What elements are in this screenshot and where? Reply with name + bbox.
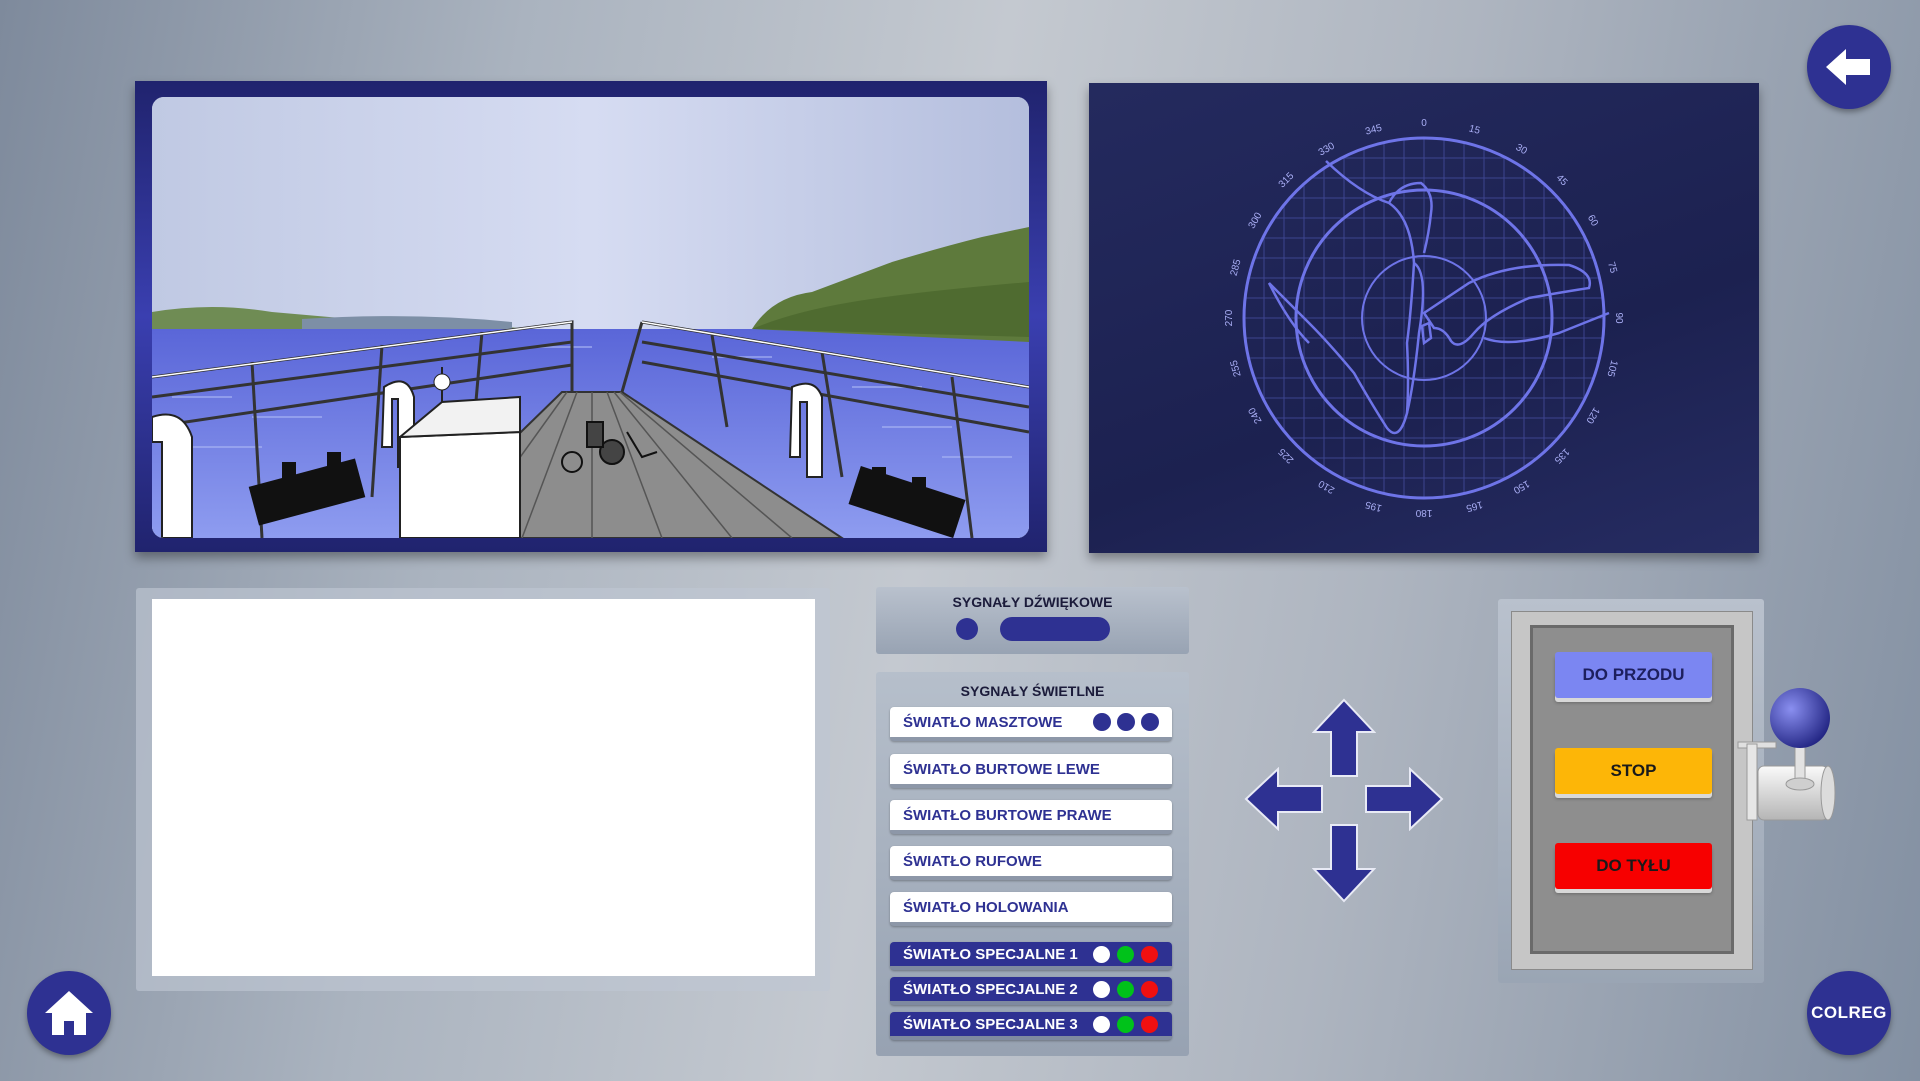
- special-light-2-button[interactable]: ŚWIATŁO SPECJALNE 2: [890, 977, 1172, 1005]
- radar-display: 0 15 30 45 60 75 90 105 120 135 150 165 180 195 210 225…: [1089, 83, 1759, 553]
- radar-bearing-label: 120: [1583, 405, 1601, 425]
- arrow-up-icon[interactable]: [1312, 698, 1376, 778]
- message-box: [152, 599, 815, 976]
- radar-bearing-label: 150: [1511, 478, 1531, 496]
- special-light-3-white: [1093, 1016, 1110, 1033]
- engine-telegraph-inner: DO PRZODU STOP DO TYŁU: [1530, 625, 1734, 954]
- engine-telegraph-frame: DO PRZODU STOP DO TYŁU: [1511, 611, 1753, 970]
- mast-light-indicator-2: [1117, 713, 1135, 731]
- radar-bearing-label: 60: [1585, 213, 1600, 229]
- side-light-left-button[interactable]: ŚWIATŁO BURTOWE LEWE: [890, 754, 1172, 788]
- side-light-right-label: ŚWIATŁO BURTOWE PRAWE: [903, 807, 1112, 824]
- special-light-3-button[interactable]: ŚWIATŁO SPECJALNE 3: [890, 1012, 1172, 1040]
- message-panel: [136, 588, 830, 991]
- short-horn-button[interactable]: [956, 618, 978, 640]
- radar-bearing-label: 255: [1229, 358, 1244, 377]
- special-light-1-green: [1117, 946, 1134, 963]
- radar-bearing-label: 165: [1464, 498, 1483, 513]
- special-light-2-green: [1117, 981, 1134, 998]
- radar-bearing-label: 345: [1364, 123, 1383, 138]
- radar-bearing-label: 180: [1415, 507, 1432, 518]
- radar-bearing-label: 240: [1246, 405, 1264, 425]
- light-signals-title: SYGNAŁY ŚWIETLNE: [960, 683, 1105, 699]
- engine-telegraph-panel: DO PRZODU STOP DO TYŁU: [1498, 599, 1764, 983]
- radar-bearing-label: 270: [1224, 309, 1235, 326]
- special-light-1-red: [1141, 946, 1158, 963]
- radar-bearing-label: 195: [1364, 498, 1383, 513]
- special-light-3-red: [1141, 1016, 1158, 1033]
- stop-button[interactable]: STOP: [1555, 748, 1712, 794]
- radar-bearing-label: 330: [1317, 140, 1337, 158]
- throttle-lever[interactable]: [1733, 686, 1843, 826]
- stern-light-button[interactable]: ŚWIATŁO RUFOWE: [890, 846, 1172, 880]
- radar-bearing-label: 105: [1604, 359, 1619, 378]
- radar-bearing-label: 210: [1316, 477, 1336, 495]
- sound-signals-title: SYGNAŁY DŹWIĘKOWE: [952, 594, 1113, 610]
- long-horn-button[interactable]: [1000, 617, 1110, 641]
- forward-button[interactable]: DO PRZODU: [1555, 652, 1712, 698]
- special-light-1-label: ŚWIATŁO SPECJALNE 1: [903, 946, 1078, 963]
- special-light-2-red: [1141, 981, 1158, 998]
- special-light-3-label: ŚWIATŁO SPECJALNE 3: [903, 1016, 1078, 1033]
- side-light-right-button[interactable]: ŚWIATŁO BURTOWE PRAWE: [890, 800, 1172, 834]
- special-light-2-white: [1093, 981, 1110, 998]
- arrow-right-icon[interactable]: [1364, 767, 1444, 831]
- camera-view-frame: [135, 81, 1047, 552]
- arrow-left-icon: [1826, 49, 1870, 85]
- radar-bearing-label: 300: [1247, 210, 1265, 230]
- radar-scope: 0 15 30 45 60 75 90 105 120 135 150 165 180 195 210 225…: [1224, 118, 1624, 518]
- mast-light-indicator-3: [1141, 713, 1159, 731]
- special-light-1-white: [1093, 946, 1110, 963]
- mast-light-button[interactable]: ŚWIATŁO MASZTOWE: [890, 707, 1172, 741]
- radar-bearing-label: 90: [1613, 312, 1624, 324]
- ship-bow-scene: [152, 97, 1029, 538]
- towing-light-button[interactable]: ŚWIATŁO HOLOWANIA: [890, 892, 1172, 926]
- radar-bearing-label: 285: [1229, 258, 1244, 277]
- arrow-down-icon[interactable]: [1312, 823, 1376, 903]
- radar-bearing-label: 75: [1605, 261, 1619, 275]
- sound-signals-panel: SYGNAŁY DŹWIĘKOWE: [876, 587, 1189, 654]
- light-signals-panel: SYGNAŁY ŚWIETLNE ŚWIATŁO MASZTOWE ŚWIATŁ…: [876, 672, 1189, 1056]
- home-icon: [45, 991, 93, 1035]
- special-light-2-label: ŚWIATŁO SPECJALNE 2: [903, 981, 1078, 998]
- radar-bearing-label: 0: [1421, 118, 1427, 129]
- stern-light-label: ŚWIATŁO RUFOWE: [903, 853, 1042, 870]
- special-light-1-button[interactable]: ŚWIATŁO SPECJALNE 1: [890, 942, 1172, 970]
- radar-bearing-label: 45: [1554, 173, 1570, 189]
- home-button[interactable]: [27, 971, 111, 1055]
- back-button[interactable]: [1807, 25, 1891, 109]
- special-light-3-green: [1117, 1016, 1134, 1033]
- mast-light-indicator-1: [1093, 713, 1111, 731]
- radar-bearing-label: 225: [1276, 445, 1296, 465]
- radar-bearing-label: 135: [1551, 446, 1571, 466]
- mast-light-label: ŚWIATŁO MASZTOWE: [903, 714, 1063, 731]
- radar-bearing-label: 315: [1277, 170, 1297, 190]
- bow-camera-view: [152, 97, 1029, 538]
- side-light-left-label: ŚWIATŁO BURTOWE LEWE: [903, 761, 1100, 778]
- radar-bearing-label: 15: [1468, 123, 1482, 137]
- colreg-button[interactable]: COLREG: [1807, 971, 1891, 1055]
- arrow-left-icon[interactable]: [1244, 767, 1324, 831]
- towing-light-label: ŚWIATŁO HOLOWANIA: [903, 899, 1069, 916]
- radar-bearing-label: 30: [1514, 142, 1530, 157]
- reverse-button[interactable]: DO TYŁU: [1555, 843, 1712, 889]
